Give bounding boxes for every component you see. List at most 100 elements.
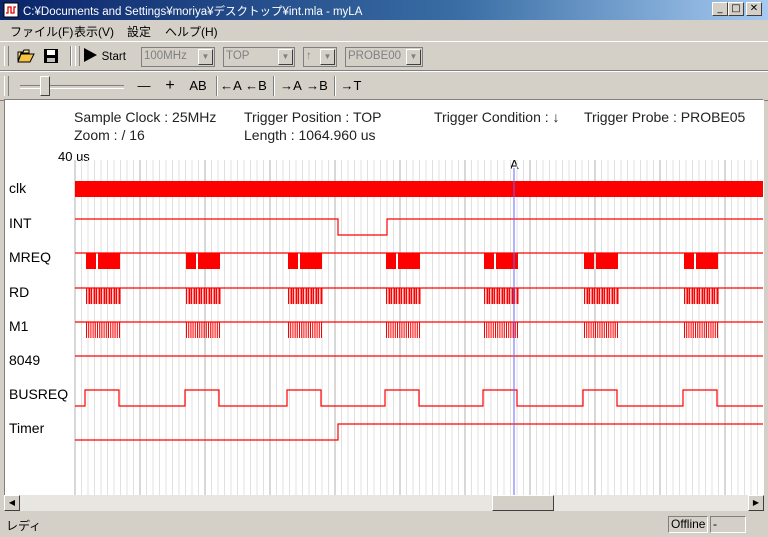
zoom-out-button[interactable]: —: [134, 75, 154, 97]
rd-pulse: [118, 288, 121, 304]
menu-view[interactable]: 表示(V): [74, 23, 114, 40]
m1-pulse: [321, 322, 322, 338]
status-bar: レディ Offline -: [0, 513, 768, 537]
m1-pulse: [590, 322, 592, 338]
rd-pulse: [86, 288, 88, 304]
ab-button[interactable]: AB: [186, 75, 210, 97]
probe-select[interactable]: PROBE00 ▼: [345, 47, 423, 67]
menu-help[interactable]: ヘルプ(H): [165, 23, 218, 40]
zoom-in-button[interactable]: +: [160, 75, 180, 97]
rd-pulse: [96, 288, 98, 304]
m1-pulse: [219, 322, 220, 338]
maximize-button[interactable]: □: [728, 2, 744, 16]
m1-pulse: [617, 322, 618, 338]
rd-pulse: [511, 288, 514, 304]
rd-pulse: [398, 288, 401, 304]
move-to-trigger-button[interactable]: →T: [340, 75, 362, 97]
waveform-view[interactable]: Sample Clock : 25MHz Zoom : / 16 Trigger…: [4, 99, 764, 510]
m1-pulse: [403, 322, 405, 338]
scroll-thumb[interactable]: [492, 495, 554, 511]
m1-pulse: [610, 322, 612, 338]
m1-pulse: [299, 322, 300, 338]
m1-pulse: [410, 322, 412, 338]
m1-pulse: [717, 322, 718, 338]
rd-pulse: [216, 288, 218, 304]
play-icon: [84, 48, 97, 63]
rd-pulse: [113, 288, 116, 304]
rd-pulse: [101, 288, 103, 304]
rd-pulse: [88, 288, 91, 304]
rd-pulse: [611, 288, 614, 304]
move-a-right-button[interactable]: →A: [280, 75, 302, 97]
rd-pulse: [406, 288, 408, 304]
save-button[interactable]: [40, 45, 62, 67]
m1-pulse: [614, 322, 616, 338]
menu-settings[interactable]: 設定: [127, 23, 151, 40]
rd-pulse: [198, 288, 201, 304]
rd-pulse: [706, 288, 709, 304]
m1-pulse: [419, 322, 420, 338]
m1-pulse: [210, 322, 212, 338]
rd-pulse: [111, 288, 113, 304]
trigger-position-select[interactable]: TOP ▼: [223, 47, 295, 67]
m1-pulse: [314, 322, 316, 338]
trigger-edge-select[interactable]: ↑ ▼: [303, 47, 337, 67]
rd-pulse: [504, 288, 506, 304]
rd-pulse: [116, 288, 118, 304]
window-title: C:¥Documents and Settings¥moriya¥デスクトップ¥…: [23, 6, 363, 18]
rd-pulse: [308, 288, 310, 304]
m1-pulse: [214, 322, 216, 338]
m1-pulse: [199, 322, 201, 338]
close-button[interactable]: ✕: [746, 2, 762, 16]
rd-pulse: [388, 288, 391, 304]
m1-pulse: [499, 322, 501, 338]
mreq-pulse: [186, 253, 196, 269]
rd-pulse: [701, 288, 704, 304]
menu-file[interactable]: ファイル(F): [10, 23, 73, 40]
open-button[interactable]: [14, 45, 38, 67]
rd-pulse: [709, 288, 711, 304]
scroll-right-button[interactable]: ▶: [748, 495, 764, 511]
rd-pulse: [288, 288, 290, 304]
move-b-right-button[interactable]: →B: [306, 75, 328, 97]
zoom-slider-thumb[interactable]: [40, 76, 50, 96]
m1-pulse: [86, 322, 87, 338]
zoom-slider-track[interactable]: [20, 85, 124, 89]
rd-pulse: [489, 288, 491, 304]
rd-pulse: [318, 288, 320, 304]
rd-pulse: [108, 288, 111, 304]
open-folder-icon: [17, 49, 35, 63]
chevron-down-icon: ▼: [278, 49, 293, 65]
m1-pulse: [301, 322, 303, 338]
rd-pulse: [303, 288, 305, 304]
horizontal-scrollbar[interactable]: ◀ ▶: [4, 495, 764, 511]
mreq-pulse: [288, 253, 298, 269]
start-button[interactable]: Start: [82, 45, 134, 67]
scroll-left-button[interactable]: ◀: [4, 495, 20, 511]
m1-pulse: [712, 322, 714, 338]
rd-pulse: [93, 288, 96, 304]
m1-pulse: [405, 322, 407, 338]
m1-pulse: [194, 322, 196, 338]
toolbar-separator: [216, 76, 218, 96]
move-b-left-button[interactable]: ←B: [245, 75, 267, 97]
toolbar-grip: [4, 46, 9, 66]
toolbar-separator: [273, 76, 275, 96]
mreq-pulse: [484, 253, 494, 269]
chevron-down-icon: ▼: [320, 49, 335, 65]
rd-pulse: [599, 288, 601, 304]
rd-pulse: [305, 288, 308, 304]
m1-pulse: [497, 322, 499, 338]
move-a-left-button[interactable]: ←A: [220, 75, 242, 97]
m1-pulse: [205, 322, 207, 338]
m1-pulse: [503, 322, 505, 338]
m1-pulse: [695, 322, 696, 338]
start-label: Start: [101, 51, 126, 63]
clock-select[interactable]: 100MHz ▼: [141, 47, 215, 67]
rd-pulse: [586, 288, 589, 304]
minimize-button[interactable]: _: [712, 2, 728, 16]
rd-pulse: [186, 288, 188, 304]
m1-pulse: [484, 322, 485, 338]
rd-pulse: [295, 288, 298, 304]
m1-pulse: [688, 322, 690, 338]
